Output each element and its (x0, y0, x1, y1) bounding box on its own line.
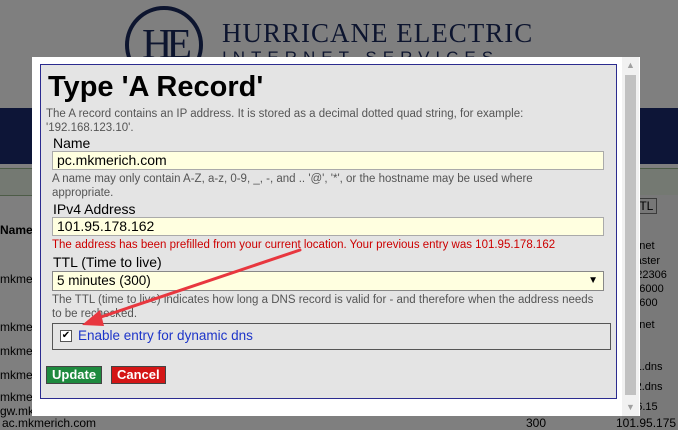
annotation-arrow-icon (82, 248, 302, 326)
